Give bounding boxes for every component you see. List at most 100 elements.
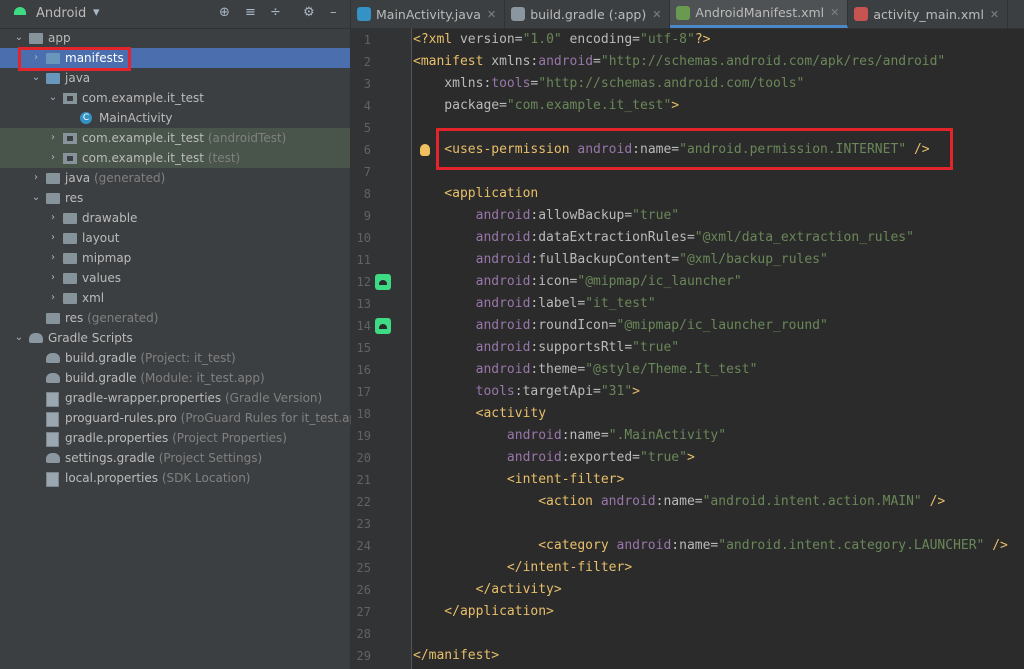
- code-token: :theme=: [530, 362, 586, 377]
- editor-tab[interactable]: build.gradle (:app) ✕: [505, 0, 671, 28]
- chevron-down-icon[interactable]: ▾: [93, 5, 100, 20]
- folder-icon: [63, 253, 77, 264]
- tree-item[interactable]: › java (generated): [0, 168, 350, 188]
- chevron-right-icon[interactable]: ›: [48, 148, 58, 168]
- project-panel: Android ▾ ⊕ ≡ ÷ ⚙ – ⌄ app › manifests ⌄ java ⌄…: [0, 0, 369, 669]
- chevron-right-icon[interactable]: ›: [48, 228, 58, 248]
- code-line[interactable]: <intent-filter>: [413, 469, 624, 491]
- tree-item[interactable]: ⌄ app: [0, 28, 350, 48]
- android-resource-icon[interactable]: [375, 318, 391, 334]
- tree-item-label: app: [48, 31, 71, 45]
- gear-icon[interactable]: ⚙: [303, 5, 315, 20]
- tree-item[interactable]: settings.gradle (Project Settings): [0, 448, 350, 468]
- code-line[interactable]: android:theme="@style/Theme.It_test": [413, 359, 758, 381]
- code-line[interactable]: </activity>: [413, 579, 562, 601]
- collapse-all-icon[interactable]: ÷: [270, 5, 281, 20]
- tree-item[interactable]: › drawable: [0, 208, 350, 228]
- tree-item[interactable]: gradle-wrapper.properties (Gradle Versio…: [0, 388, 350, 408]
- tree-item[interactable]: build.gradle (Module: it_test.app): [0, 368, 350, 388]
- view-selector[interactable]: Android: [36, 6, 86, 21]
- tree-item[interactable]: ⌄ Gradle Scripts: [0, 328, 350, 348]
- code-line[interactable]: android:supportsRtl="true": [413, 337, 680, 359]
- editor-tab[interactable]: AndroidManifest.xml ✕: [670, 0, 849, 28]
- editor-tab[interactable]: MainActivity.java ✕: [351, 0, 506, 28]
- tree-item-suffix: (Module: it_test.app): [136, 371, 265, 385]
- code-line[interactable]: android:name=".MainActivity": [413, 425, 726, 447]
- code-line[interactable]: android:icon="@mipmap/ic_launcher": [413, 271, 742, 293]
- code-line[interactable]: android:label="it_test": [413, 293, 656, 315]
- code-line[interactable]: <manifest xmlns:android="http://schemas.…: [413, 51, 945, 73]
- code-token: :supportsRtl=: [530, 340, 633, 355]
- line-number: 7: [363, 165, 371, 179]
- line-number: 5: [363, 121, 371, 135]
- close-icon[interactable]: ✕: [830, 6, 839, 19]
- chevron-right-icon[interactable]: ›: [48, 288, 58, 308]
- android-resource-icon[interactable]: [375, 274, 391, 290]
- code-token: </intent-filter>: [413, 560, 633, 575]
- code-line[interactable]: android:exported="true">: [413, 447, 695, 469]
- properties-file-icon: [46, 472, 59, 487]
- tree-item[interactable]: › layout: [0, 228, 350, 248]
- tree-item-suffix: (androidTest): [204, 131, 287, 145]
- code-line[interactable]: android:dataExtractionRules="@xml/data_e…: [413, 227, 914, 249]
- lightbulb-icon[interactable]: [420, 144, 430, 156]
- code-line[interactable]: <application: [413, 183, 538, 205]
- close-icon[interactable]: ✕: [990, 8, 999, 21]
- chevron-down-icon[interactable]: ⌄: [48, 88, 58, 108]
- code-line[interactable]: <?xml version="1.0" encoding="utf-8"?>: [413, 29, 710, 51]
- tree-item[interactable]: › values: [0, 268, 350, 288]
- tree-item[interactable]: proguard-rules.pro (ProGuard Rules for i…: [0, 408, 369, 428]
- chevron-right-icon[interactable]: ›: [48, 248, 58, 268]
- tree-item[interactable]: gradle.properties (Project Properties): [0, 428, 350, 448]
- tree-item[interactable]: › mipmap: [0, 248, 350, 268]
- code-line[interactable]: xmlns:tools="http://schemas.android.com/…: [413, 73, 804, 95]
- code-line[interactable]: </manifest>: [413, 645, 499, 667]
- code-token: <application: [413, 186, 539, 201]
- close-icon[interactable]: ✕: [652, 8, 661, 21]
- tree-item[interactable]: › com.example.it_test (test): [0, 148, 350, 168]
- properties-file-icon: [46, 432, 59, 447]
- chevron-down-icon[interactable]: ⌄: [14, 28, 24, 48]
- chevron-right-icon[interactable]: ›: [48, 208, 58, 228]
- tree-item[interactable]: local.properties (SDK Location): [0, 468, 350, 488]
- tree-item-suffix: (Project Properties): [168, 431, 287, 445]
- tree-item-label: build.gradle: [65, 371, 137, 385]
- chevron-down-icon[interactable]: ⌄: [31, 68, 41, 88]
- chevron-right-icon[interactable]: ›: [48, 128, 58, 148]
- tree-item[interactable]: res (generated): [0, 308, 350, 328]
- code-line[interactable]: android:allowBackup="true": [413, 205, 680, 227]
- tree-item[interactable]: › xml: [0, 288, 350, 308]
- chevron-right-icon[interactable]: ›: [31, 168, 41, 188]
- tree-item-label: mipmap: [82, 251, 132, 265]
- tree-item[interactable]: build.gradle (Project: it_test): [0, 348, 350, 368]
- minimize-icon[interactable]: –: [330, 5, 337, 20]
- code-line[interactable]: <category android:name="android.intent.c…: [413, 535, 1008, 557]
- code-line[interactable]: </intent-filter>: [413, 557, 632, 579]
- tree-item[interactable]: C MainActivity: [0, 108, 350, 128]
- tree-item-label: MainActivity: [99, 111, 173, 125]
- code-token: package=: [413, 98, 507, 113]
- tree-item-suffix: (generated): [90, 171, 166, 185]
- code-line[interactable]: <activity: [413, 403, 546, 425]
- java-class-icon: [357, 7, 371, 21]
- code-line[interactable]: </application>: [413, 601, 554, 623]
- code-token: ".MainActivity": [608, 428, 727, 443]
- tree-item[interactable]: › com.example.it_test (androidTest): [0, 128, 350, 148]
- code-line[interactable]: android:roundIcon="@mipmap/ic_launcher_r…: [413, 315, 828, 337]
- code-line[interactable]: tools:targetApi="31">: [413, 381, 640, 403]
- code-line[interactable]: package="com.example.it_test">: [413, 95, 679, 117]
- chevron-down-icon[interactable]: ⌄: [31, 188, 41, 208]
- chevron-right-icon[interactable]: ›: [48, 268, 58, 288]
- expand-all-icon[interactable]: ≡: [245, 5, 256, 20]
- editor-tab[interactable]: activity_main.xml ✕: [848, 0, 1009, 28]
- gradle-icon: [46, 373, 60, 383]
- code-line[interactable]: android:fullBackupContent="@xml/backup_r…: [413, 249, 828, 271]
- tree-item[interactable]: ⌄ res: [0, 188, 350, 208]
- chevron-down-icon[interactable]: ⌄: [14, 328, 24, 348]
- code-line[interactable]: <action android:name="android.intent.act…: [413, 491, 945, 513]
- crosshair-icon[interactable]: ⊕: [219, 5, 230, 20]
- tree-item[interactable]: ⌄ java: [0, 68, 350, 88]
- close-icon[interactable]: ✕: [487, 8, 496, 21]
- code-token: "@mipmap/ic_launcher_round": [616, 318, 828, 333]
- tree-item[interactable]: ⌄ com.example.it_test: [0, 88, 350, 108]
